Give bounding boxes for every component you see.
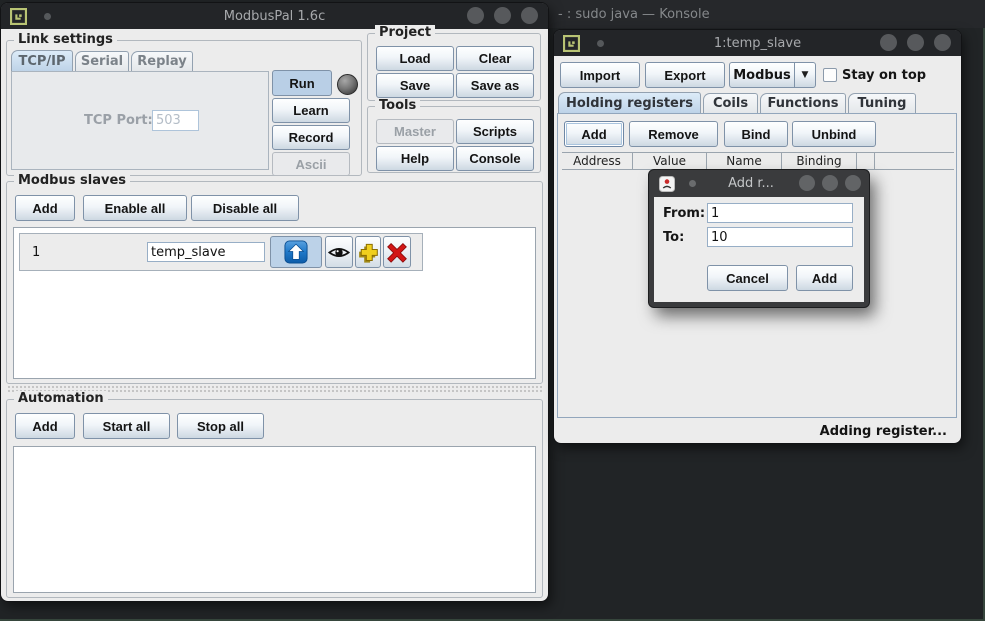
export-button[interactable]: Export: [645, 62, 725, 88]
from-label: From:: [663, 206, 705, 221]
save-as-button[interactable]: Save as: [456, 73, 534, 98]
automation-group: Automation Add Start all Stop all: [6, 399, 543, 598]
register-bind-button[interactable]: Bind: [724, 121, 788, 147]
java-app-icon: [659, 176, 675, 192]
stay-on-top-checkbox[interactable]: [823, 68, 837, 82]
close-button[interactable]: [845, 175, 861, 191]
help-button[interactable]: Help: [376, 146, 454, 171]
maximize-button[interactable]: [822, 175, 838, 191]
to-field[interactable]: [707, 227, 853, 247]
maximize-button[interactable]: [907, 34, 924, 51]
console-button[interactable]: Console: [456, 146, 534, 171]
stay-on-top-label: Stay on top: [842, 68, 926, 83]
minimize-button[interactable]: [799, 175, 815, 191]
konsole-titlebar[interactable]: - : sudo java — Konsole: [540, 0, 985, 28]
window-title: ModbusPal 1.6c: [1, 9, 548, 24]
tcp-port-field[interactable]: [152, 110, 199, 131]
tab-coils[interactable]: Coils: [703, 93, 758, 113]
clear-button[interactable]: Clear: [456, 46, 534, 71]
column-header-binding[interactable]: Binding: [782, 153, 857, 169]
tab-functions[interactable]: Functions: [760, 93, 846, 113]
automation-list: [13, 446, 536, 593]
link-settings-title: Link settings: [14, 32, 117, 47]
ascii-button[interactable]: Ascii: [272, 152, 350, 176]
tab-holding-registers[interactable]: Holding registers: [558, 92, 701, 113]
slave-name-field[interactable]: [147, 242, 265, 262]
dialog-body: From: To: Cancel Add: [654, 197, 864, 302]
add-binding-icon: [357, 241, 379, 263]
column-header-value[interactable]: Value: [633, 153, 707, 169]
tab-tuning[interactable]: Tuning: [848, 93, 916, 113]
titlebar-dot: [689, 180, 696, 187]
slave-enable-button[interactable]: [270, 236, 322, 268]
run-button[interactable]: Run: [272, 70, 332, 96]
close-button[interactable]: [934, 34, 951, 51]
tools-group: Tools Master Scripts Help Console: [367, 106, 541, 173]
from-field[interactable]: [707, 203, 853, 223]
column-header-address[interactable]: Address: [562, 153, 633, 169]
register-add-button[interactable]: Add: [564, 121, 624, 147]
modbus-slaves-group: Modbus slaves Add Enable all Disable all…: [6, 181, 543, 384]
konsole-title: - : sudo java — Konsole: [558, 7, 710, 22]
add-registers-dialog: Add r... From: To: Cancel Add: [649, 170, 869, 307]
register-remove-button[interactable]: Remove: [629, 121, 718, 147]
registers-table-header: Address Value Name Binding: [562, 152, 954, 170]
slave-row[interactable]: 1: [19, 233, 423, 271]
minimize-button[interactable]: [467, 7, 484, 24]
disable-all-button[interactable]: Disable all: [191, 195, 299, 221]
master-button[interactable]: Master: [376, 119, 454, 144]
start-all-button[interactable]: Start all: [83, 413, 170, 439]
import-button[interactable]: Import: [560, 62, 640, 88]
modbus-slaves-title: Modbus slaves: [14, 173, 130, 188]
chevron-down-icon: ▼: [794, 63, 815, 87]
scripts-button[interactable]: Scripts: [456, 119, 534, 144]
tab-tcpip[interactable]: TCP/IP: [11, 50, 73, 71]
eye-icon: [327, 244, 351, 261]
save-button[interactable]: Save: [376, 73, 454, 98]
slave-eye-button[interactable]: [325, 236, 353, 268]
project-title: Project: [375, 25, 435, 40]
learn-button[interactable]: Learn: [272, 98, 350, 123]
minimize-button[interactable]: [880, 34, 897, 51]
close-button[interactable]: [521, 7, 538, 24]
record-button[interactable]: Record: [272, 125, 350, 150]
project-group: Project Load Clear Save Save as: [367, 33, 541, 101]
column-header-name[interactable]: Name: [707, 153, 782, 169]
slaves-add-button[interactable]: Add: [15, 195, 75, 221]
tools-title: Tools: [375, 98, 420, 113]
slaves-list: 1: [13, 227, 536, 379]
tab-serial[interactable]: Serial: [75, 51, 129, 71]
desktop: - : sudo java — Konsole ModbusPal 1.6c L…: [0, 0, 985, 621]
register-unbind-button[interactable]: Unbind: [792, 121, 876, 147]
dialog-add-button[interactable]: Add: [796, 265, 853, 291]
modbus-mode-select[interactable]: Modbus ▼: [729, 62, 816, 88]
enable-all-button[interactable]: Enable all: [83, 195, 187, 221]
to-label: To:: [663, 230, 684, 245]
tab-replay[interactable]: Replay: [131, 51, 193, 71]
stop-all-button[interactable]: Stop all: [177, 413, 264, 439]
delete-icon: [386, 241, 408, 263]
run-status-led: [337, 74, 358, 95]
dialog-titlebar[interactable]: Add r...: [649, 170, 869, 197]
link-settings-group: Link settings TCP/IP Serial Replay TCP P…: [6, 40, 362, 176]
status-text: Adding register...: [820, 424, 947, 439]
dialog-title: Add r...: [711, 176, 791, 191]
modbuspal-titlebar[interactable]: ModbusPal 1.6c: [1, 3, 548, 29]
automation-title: Automation: [14, 391, 108, 406]
dialog-cancel-button[interactable]: Cancel: [707, 265, 788, 291]
load-button[interactable]: Load: [376, 46, 454, 71]
tcpip-tab-panel: TCP Port:: [11, 71, 269, 170]
automation-add-button[interactable]: Add: [15, 413, 75, 439]
maximize-button[interactable]: [494, 7, 511, 24]
slave-id: 1: [32, 245, 40, 260]
temp-slave-titlebar[interactable]: 1:temp_slave: [554, 30, 961, 56]
modbuspal-window: ModbusPal 1.6c Link settings TCP/IP Seri…: [1, 3, 548, 601]
move-up-icon: [284, 240, 308, 264]
column-header-filler: [857, 153, 875, 169]
slave-delete-button[interactable]: [383, 236, 411, 268]
slave-add-binding-button[interactable]: [355, 236, 381, 268]
tcp-port-label: TCP Port:: [84, 113, 153, 128]
